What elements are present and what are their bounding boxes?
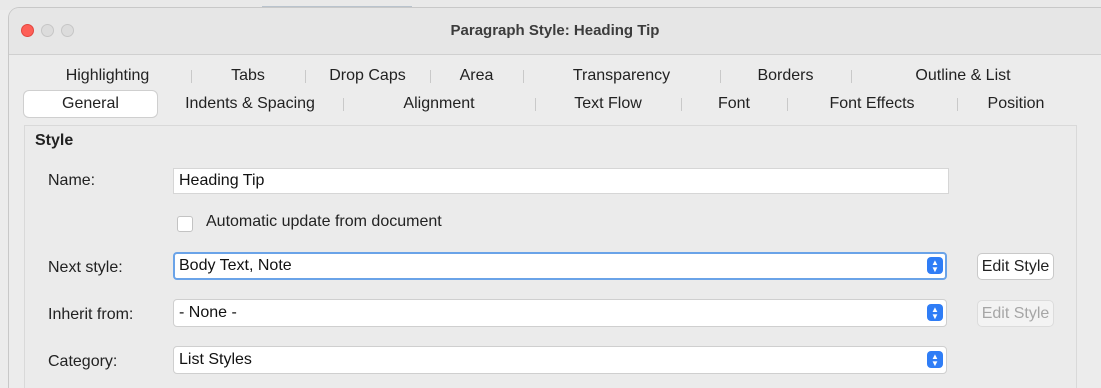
- up-down-chevron-icon: ▲ ▼: [927, 257, 943, 274]
- tab-font[interactable]: Font: [681, 91, 787, 117]
- tab-transparency[interactable]: Transparency: [523, 63, 720, 89]
- inherit-from-value: - None -: [179, 304, 237, 321]
- tab-font-effects[interactable]: Font Effects: [787, 91, 957, 117]
- next-style-select[interactable]: Body Text, Note ▲ ▼: [173, 252, 947, 280]
- tab-borders[interactable]: Borders: [720, 63, 851, 89]
- tab-text-flow[interactable]: Text Flow: [535, 91, 681, 117]
- tab-area[interactable]: Area: [430, 63, 523, 89]
- inherit-from-select[interactable]: - None - ▲ ▼: [173, 299, 947, 327]
- tab-alignment[interactable]: Alignment: [343, 91, 535, 117]
- window-title: Paragraph Style: Heading Tip: [450, 22, 660, 39]
- category-value: List Styles: [179, 351, 252, 368]
- tab-highlighting[interactable]: Highlighting: [24, 63, 191, 89]
- style-section-title: Style: [35, 132, 74, 149]
- paragraph-style-dialog: Paragraph Style: Heading Tip Highlightin…: [9, 8, 1101, 388]
- edit-inherit-style-button: Edit Style: [977, 300, 1054, 327]
- up-down-chevron-icon: ▲ ▼: [927, 351, 943, 368]
- next-style-value: Body Text, Note: [179, 257, 292, 274]
- next-style-label: Next style:: [48, 259, 123, 276]
- inherit-from-label: Inherit from:: [48, 306, 134, 323]
- up-down-chevron-icon: ▲ ▼: [927, 304, 943, 321]
- tab-outline-list[interactable]: Outline & List: [851, 63, 1075, 89]
- name-label: Name:: [48, 172, 96, 189]
- title-bar: Paragraph Style: Heading Tip: [9, 8, 1101, 55]
- tab-position[interactable]: Position: [957, 91, 1075, 117]
- automatic-update-label: Automatic update from document: [206, 213, 442, 230]
- tab-row-2: General Indents & Spacing Alignment Text…: [24, 90, 1075, 118]
- category-select[interactable]: List Styles ▲ ▼: [173, 346, 947, 374]
- tab-drop-caps[interactable]: Drop Caps: [305, 63, 430, 89]
- general-tab-panel: Style Name: Heading Tip Automatic update…: [24, 125, 1077, 388]
- tab-general[interactable]: General: [24, 91, 157, 117]
- automatic-update-checkbox[interactable]: [177, 216, 193, 232]
- category-label: Category:: [48, 353, 118, 370]
- name-field[interactable]: Heading Tip: [173, 168, 949, 194]
- tab-indents-spacing[interactable]: Indents & Spacing: [157, 91, 343, 117]
- edit-next-style-button[interactable]: Edit Style: [977, 253, 1054, 280]
- tab-row-1: Highlighting Tabs Drop Caps Area Transpa…: [24, 62, 1075, 90]
- tab-tabs[interactable]: Tabs: [191, 63, 305, 89]
